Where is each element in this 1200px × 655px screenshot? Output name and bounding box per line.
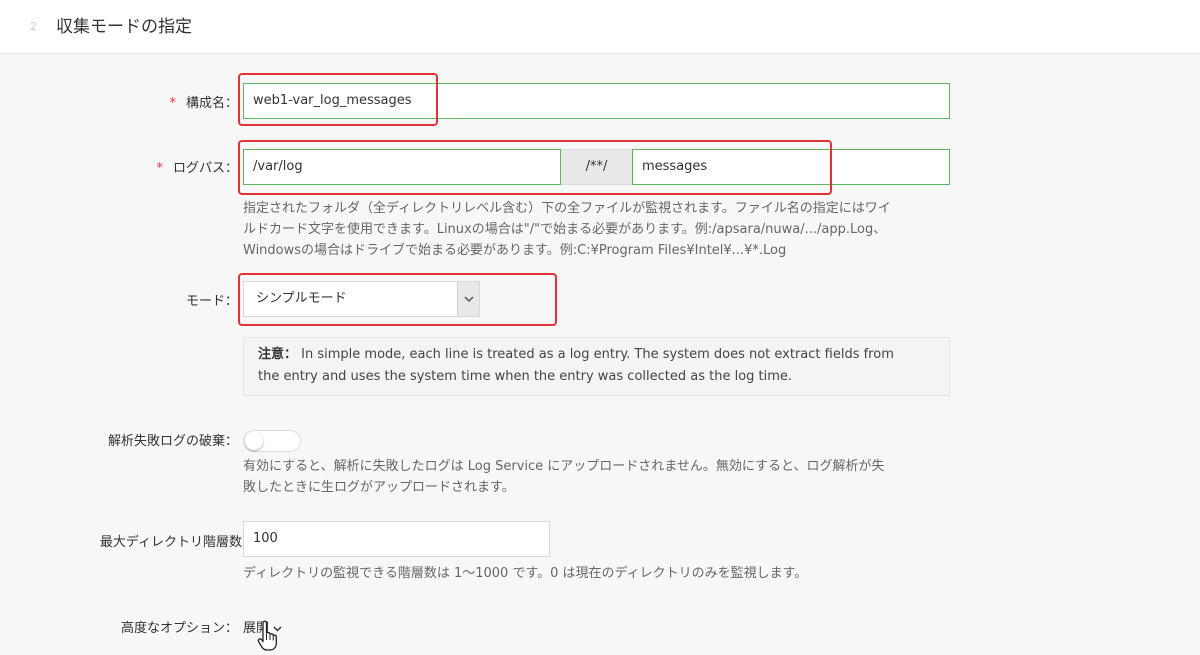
log-path-label-text: ログパス： — [172, 161, 238, 176]
advanced-options-label: 高度なオプション： — [120, 621, 238, 636]
discard-failed-help: 有効にすると、解析に失敗したログは Log Service にアップロードされま… — [243, 456, 963, 498]
mode-select[interactable]: シンプルモード — [243, 281, 480, 317]
config-name-label: * 構成名： — [169, 92, 238, 111]
mode-label: モード： — [185, 294, 238, 309]
max-depth-help: ディレクトリの監視できる階層数は 1～1000 です。0 は現在のディレクトリの… — [243, 566, 808, 581]
config-name-label-text: 構成名： — [185, 96, 238, 111]
help-line: Windowsの場合はドライブで始まる必要があります。例:C:¥Program … — [243, 243, 787, 258]
config-name-input[interactable]: web1-var_log_messages — [243, 83, 950, 119]
max-depth-input[interactable]: 100 — [243, 521, 550, 557]
section-title: 収集モードの指定 — [56, 17, 192, 37]
note-title: 注意： — [258, 347, 298, 362]
help-line: ルドカード文字を使用できます。Linuxの場合は"/"で始まる必要があります。例… — [243, 222, 887, 237]
step-indicator: 2 — [30, 20, 37, 33]
log-path-file-input[interactable]: messages — [632, 149, 950, 185]
mode-selected-value: シンプルモード — [256, 291, 347, 306]
note-line: the entry and uses the system time when … — [258, 369, 793, 384]
hand-cursor-icon — [257, 620, 277, 651]
log-path-directory-input[interactable]: /var/log — [243, 149, 561, 185]
help-line: 指定されたフォルダ（全ディレクトリレベル含む）下の全ファイルが監視されます。ファ… — [243, 201, 891, 216]
required-mark: * — [156, 161, 163, 176]
note-line: In simple mode, each line is treated as … — [301, 347, 894, 362]
log-path-separator: /**/ — [561, 149, 632, 185]
required-mark: * — [169, 96, 176, 111]
mode-note: 注意： In simple mode, each line is treated… — [243, 337, 950, 396]
discard-failed-toggle[interactable] — [243, 430, 301, 452]
log-path-label: * ログパス： — [156, 157, 238, 176]
toggle-knob — [245, 432, 263, 450]
max-depth-label: 最大ディレクトリ階層数 — [99, 535, 242, 550]
chevron-down-icon[interactable] — [457, 282, 479, 316]
discard-failed-label: 解析失敗ログの破棄： — [107, 434, 238, 449]
section-header: 2 収集モードの指定 — [0, 0, 1200, 54]
log-path-help: 指定されたフォルダ（全ディレクトリレベル含む）下の全ファイルが監視されます。ファ… — [243, 198, 963, 261]
help-line: 有効にすると、解析に失敗したログは Log Service にアップロードされま… — [243, 459, 885, 474]
help-line: 敗したときに生ログがアップロードされます。 — [243, 480, 515, 495]
